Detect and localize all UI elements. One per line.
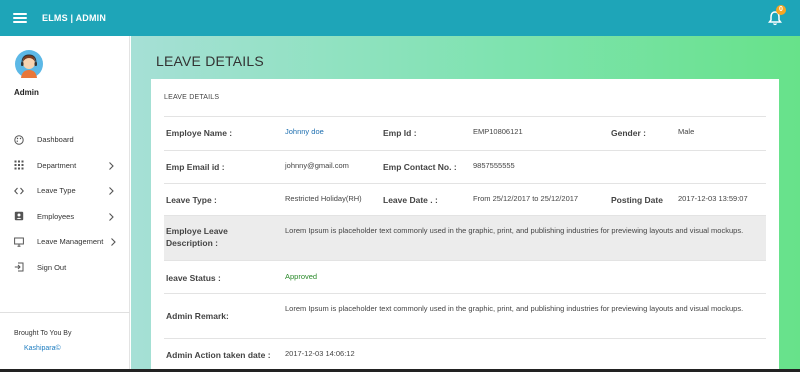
palette-icon — [14, 135, 24, 145]
email-label: Emp Email id : — [166, 162, 225, 172]
details-row-action-date: Admin Action taken date : 2017-12-03 14:… — [164, 338, 766, 372]
sidebar-item-leave-management[interactable]: Leave Management — [0, 229, 130, 255]
avatar — [15, 50, 43, 78]
posting-date-label: Posting Date — [611, 195, 663, 205]
sidebar-item-label: Sign Out — [37, 262, 67, 272]
gender-value: Male — [678, 127, 695, 136]
code-icon — [14, 186, 24, 196]
grid-icon — [14, 160, 24, 170]
emp-id-value: EMP10806121 — [473, 127, 523, 136]
details-row-admin-remark: Admin Remark: Lorem Ipsum is placeholder… — [164, 293, 766, 338]
description-value: Lorem Ipsum is placeholder text commonly… — [285, 226, 744, 235]
sidebar-divider — [0, 312, 130, 313]
sidebar-footer-text: Brought To You By — [14, 330, 72, 337]
id-card-icon — [14, 211, 24, 221]
sidebar-item-leave-type[interactable]: Leave Type — [0, 178, 130, 204]
leave-type-value: Restricted Holiday(RH) — [285, 194, 362, 203]
sidebar: Admin Dashboard Department Leave Type Em… — [0, 36, 130, 372]
emp-id-label: Emp Id : — [383, 128, 417, 138]
sidebar-item-label: Dashboard — [37, 135, 74, 145]
employee-name-value: Johnny doe — [285, 127, 324, 136]
sidebar-item-label: Leave Type — [37, 186, 76, 196]
notification-bell-icon[interactable]: 0 — [768, 5, 786, 26]
leave-status-value: Approved — [285, 272, 318, 281]
sidebar-item-employees[interactable]: Employees — [0, 204, 130, 230]
employee-name-label: Employe Name : — [166, 128, 233, 138]
sidebar-item-label: Department — [37, 160, 77, 170]
chevron-right-icon — [109, 237, 117, 247]
details-row-status: leave Status : Approved — [164, 260, 766, 293]
action-date-label: Admin Action taken date : — [166, 350, 271, 360]
notification-count-badge: 0 — [776, 5, 786, 15]
brand-title[interactable]: ELMS | ADMIN — [42, 13, 106, 23]
contact-value: 9857555555 — [473, 161, 515, 170]
contact-label: Emp Contact No. : — [383, 162, 457, 172]
top-navbar: ELMS | ADMIN 0 — [0, 0, 800, 36]
details-row-employee: Employe Name : Johnny doe Emp Id : EMP10… — [164, 116, 766, 150]
leave-details-card: LEAVE DETAILS Employe Name : Johnny doe … — [151, 79, 779, 372]
sidebar-item-sign-out[interactable]: Sign Out — [0, 255, 130, 281]
admin-remark-value: Lorem Ipsum is placeholder text commonly… — [285, 304, 744, 313]
chevron-right-icon — [107, 186, 115, 196]
chevron-right-icon — [107, 161, 115, 171]
sidebar-item-dashboard[interactable]: Dashboard — [0, 127, 130, 153]
desktop-icon — [14, 237, 24, 247]
card-title: LEAVE DETAILS — [164, 94, 220, 101]
page-title: LEAVE DETAILS — [156, 53, 264, 69]
description-label: Employe Leave Description : — [166, 226, 228, 248]
sidebar-menu: Dashboard Department Leave Type Employee… — [0, 127, 130, 280]
main-content: LEAVE DETAILS LEAVE DETAILS Employe Name… — [131, 36, 800, 372]
sidebar-item-label: Leave Management — [37, 237, 104, 247]
leave-type-label: Leave Type : — [166, 195, 217, 205]
details-row-description: Employe Leave Description : Lorem Ipsum … — [164, 215, 766, 260]
email-value: johnny@gmail.com — [285, 161, 349, 170]
leave-date-value: From 25/12/2017 to 25/12/2017 — [473, 194, 579, 203]
leave-status-label: leave Status : — [166, 273, 221, 283]
sidebar-footer-link[interactable]: Kashipara© — [24, 345, 61, 352]
details-row-contact: Emp Email id : johnny@gmail.com Emp Cont… — [164, 150, 766, 183]
hamburger-menu-icon[interactable] — [13, 13, 27, 23]
sidebar-user-name: Admin — [14, 88, 39, 97]
leave-date-label: Leave Date . : — [383, 195, 438, 205]
sidebar-item-label: Employees — [37, 211, 75, 221]
gender-label: Gender : — [611, 128, 646, 138]
sidebar-item-department[interactable]: Department — [0, 153, 130, 179]
action-date-value: 2017-12-03 14:06:12 — [285, 349, 355, 358]
sign-out-icon — [14, 262, 24, 272]
admin-remark-label: Admin Remark: — [166, 311, 229, 321]
details-row-leave: Leave Type : Restricted Holiday(RH) Leav… — [164, 183, 766, 215]
posting-date-value: 2017-12-03 13:59:07 — [678, 194, 748, 203]
chevron-right-icon — [107, 212, 115, 222]
